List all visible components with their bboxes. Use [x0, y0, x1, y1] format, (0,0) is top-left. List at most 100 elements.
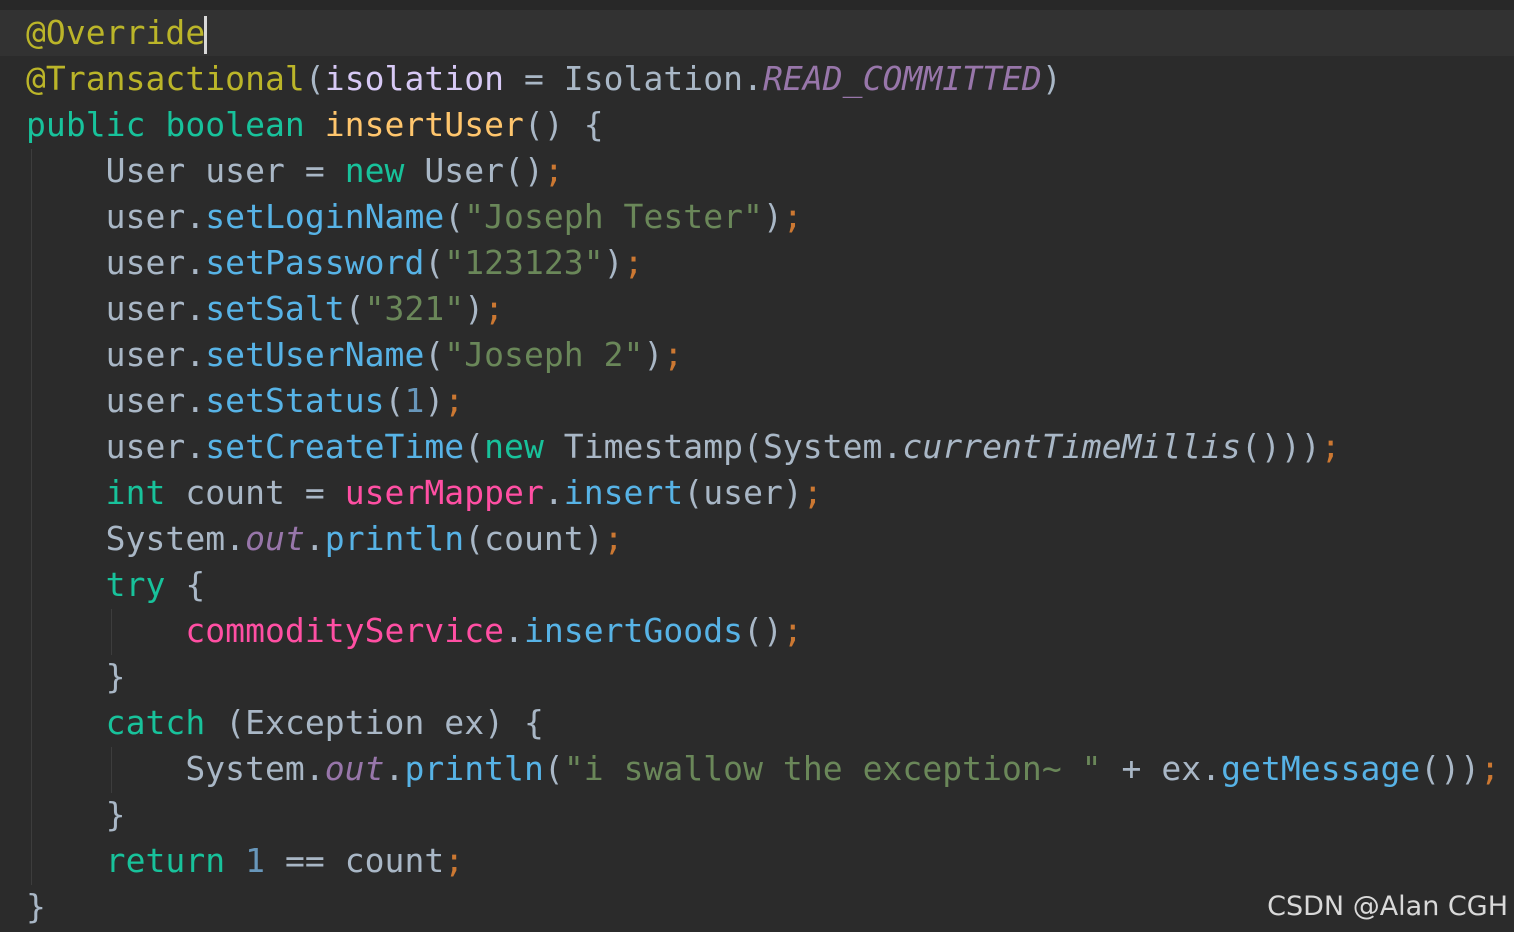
code-line[interactable]: System.out.println(count); [26, 516, 1500, 562]
watermark: CSDN @Alan CGH [1267, 891, 1508, 922]
code-token: user. [26, 197, 206, 236]
code-token: new [344, 151, 425, 190]
code-token: . [304, 519, 325, 558]
code-token: "123123" [444, 243, 604, 282]
code-token: + ex. [1101, 749, 1222, 788]
code-token: "321" [364, 289, 465, 328]
code-line[interactable]: user.setLoginName("Joseph Tester"); [26, 194, 1500, 240]
code-token: out [324, 749, 385, 788]
code-token: } [26, 657, 126, 696]
editor-top-strip [0, 0, 1514, 10]
code-token: . [504, 611, 524, 650]
code-token: setLoginName [205, 197, 445, 236]
code-token: return [105, 841, 246, 880]
code-token: user. [26, 243, 206, 282]
code-token: 1 [245, 841, 266, 880]
code-token: ()) [1420, 749, 1481, 788]
code-token: getMessage [1221, 749, 1421, 788]
code-line[interactable]: user.setSalt("321"); [26, 286, 1500, 332]
code-token: ; [782, 611, 803, 650]
code-line[interactable]: user.setUserName("Joseph 2"); [26, 332, 1500, 378]
code-line[interactable]: user.setStatus(1); [26, 378, 1500, 424]
code-editor[interactable]: @Override @Transactional(isolation = Isol… [0, 0, 1514, 932]
code-token: = Isolation. [504, 59, 763, 98]
code-token: currentTimeMillis [902, 427, 1242, 466]
code-token: ; [1480, 749, 1500, 788]
code-token: READ_COMMITTED [762, 59, 1042, 98]
code-token: ( [543, 749, 564, 788]
code-token: ) [464, 289, 485, 328]
code-token: isolation [324, 59, 505, 98]
code-line[interactable]: return 1 == count; [26, 838, 1500, 884]
code-token: catch [105, 703, 226, 742]
code-token: setSalt [205, 289, 345, 328]
code-token: commodityService [185, 611, 505, 650]
code-token: setCreateTime [205, 427, 465, 466]
code-token: "Joseph 2" [444, 335, 644, 374]
code-token: println [324, 519, 465, 558]
code-line[interactable]: int count = userMapper.insert(user); [26, 470, 1500, 516]
code-token: int [105, 473, 186, 512]
code-token: ( [464, 427, 485, 466]
code-token: User user = [26, 151, 345, 190]
code-line[interactable]: } [26, 792, 1500, 838]
code-line[interactable]: System.out.println("i swallow the except… [26, 746, 1500, 792]
code-token: ) [424, 381, 445, 420]
code-token: == count [265, 841, 445, 880]
code-token: Timestamp(System. [563, 427, 903, 466]
code-token: ; [603, 519, 624, 558]
code-token: System. [26, 519, 246, 558]
code-line[interactable]: @Override [26, 10, 1500, 56]
code-token: out [245, 519, 305, 558]
code-token: () [743, 611, 783, 650]
code-token: insertGoods [523, 611, 744, 650]
code-line[interactable]: @Transactional(isolation = Isolation.REA… [26, 56, 1500, 102]
code-line[interactable]: public boolean insertUser() { [26, 102, 1500, 148]
code-token: . [384, 749, 405, 788]
code-token: @Override [26, 13, 206, 52]
code-token: . [543, 473, 564, 512]
code-token: count = [185, 473, 345, 512]
code-line[interactable]: user.setPassword("123123"); [26, 240, 1500, 286]
code-token: ( [384, 381, 405, 420]
code-token: (count) [464, 519, 604, 558]
code-line[interactable]: commodityService.insertGoods(); [26, 608, 1500, 654]
code-token: userMapper [344, 473, 544, 512]
code-token: public boolean [26, 105, 325, 144]
code-line[interactable]: catch (Exception ex) { [26, 700, 1500, 746]
code-token: ; [1320, 427, 1341, 466]
code-token: try [105, 565, 186, 604]
code-token: user. [26, 427, 206, 466]
text-caret [204, 15, 208, 54]
code-line[interactable]: User user = new User(); [26, 148, 1500, 194]
code-token: ( [444, 197, 465, 236]
code-token: @Transactional [26, 59, 305, 98]
code-token: insertUser [324, 105, 524, 144]
code-token: User() [424, 151, 544, 190]
code-token: user. [26, 335, 206, 374]
code-token: "Joseph Tester" [464, 197, 763, 236]
code-token: System. [26, 749, 325, 788]
code-line[interactable]: user.setCreateTime(new Timestamp(System.… [26, 424, 1500, 470]
code-token: ( [304, 59, 325, 98]
code-token: ( [344, 289, 365, 328]
code-token: } [26, 795, 126, 834]
code-token: ())) [1241, 427, 1321, 466]
code-line[interactable]: } [26, 654, 1500, 700]
code-token: 1 [404, 381, 425, 420]
code-token: ; [543, 151, 564, 190]
code-token: new [484, 427, 564, 466]
code-token: setPassword [205, 243, 425, 282]
code-token: ; [802, 473, 823, 512]
code-token: user. [26, 289, 206, 328]
code-token: ( [424, 243, 445, 282]
code-area[interactable]: @Override @Transactional(isolation = Isol… [26, 10, 1500, 930]
code-line[interactable]: try { [26, 562, 1500, 608]
code-token: { [185, 565, 206, 604]
code-token: ) [762, 197, 783, 236]
code-token: ; [663, 335, 684, 374]
